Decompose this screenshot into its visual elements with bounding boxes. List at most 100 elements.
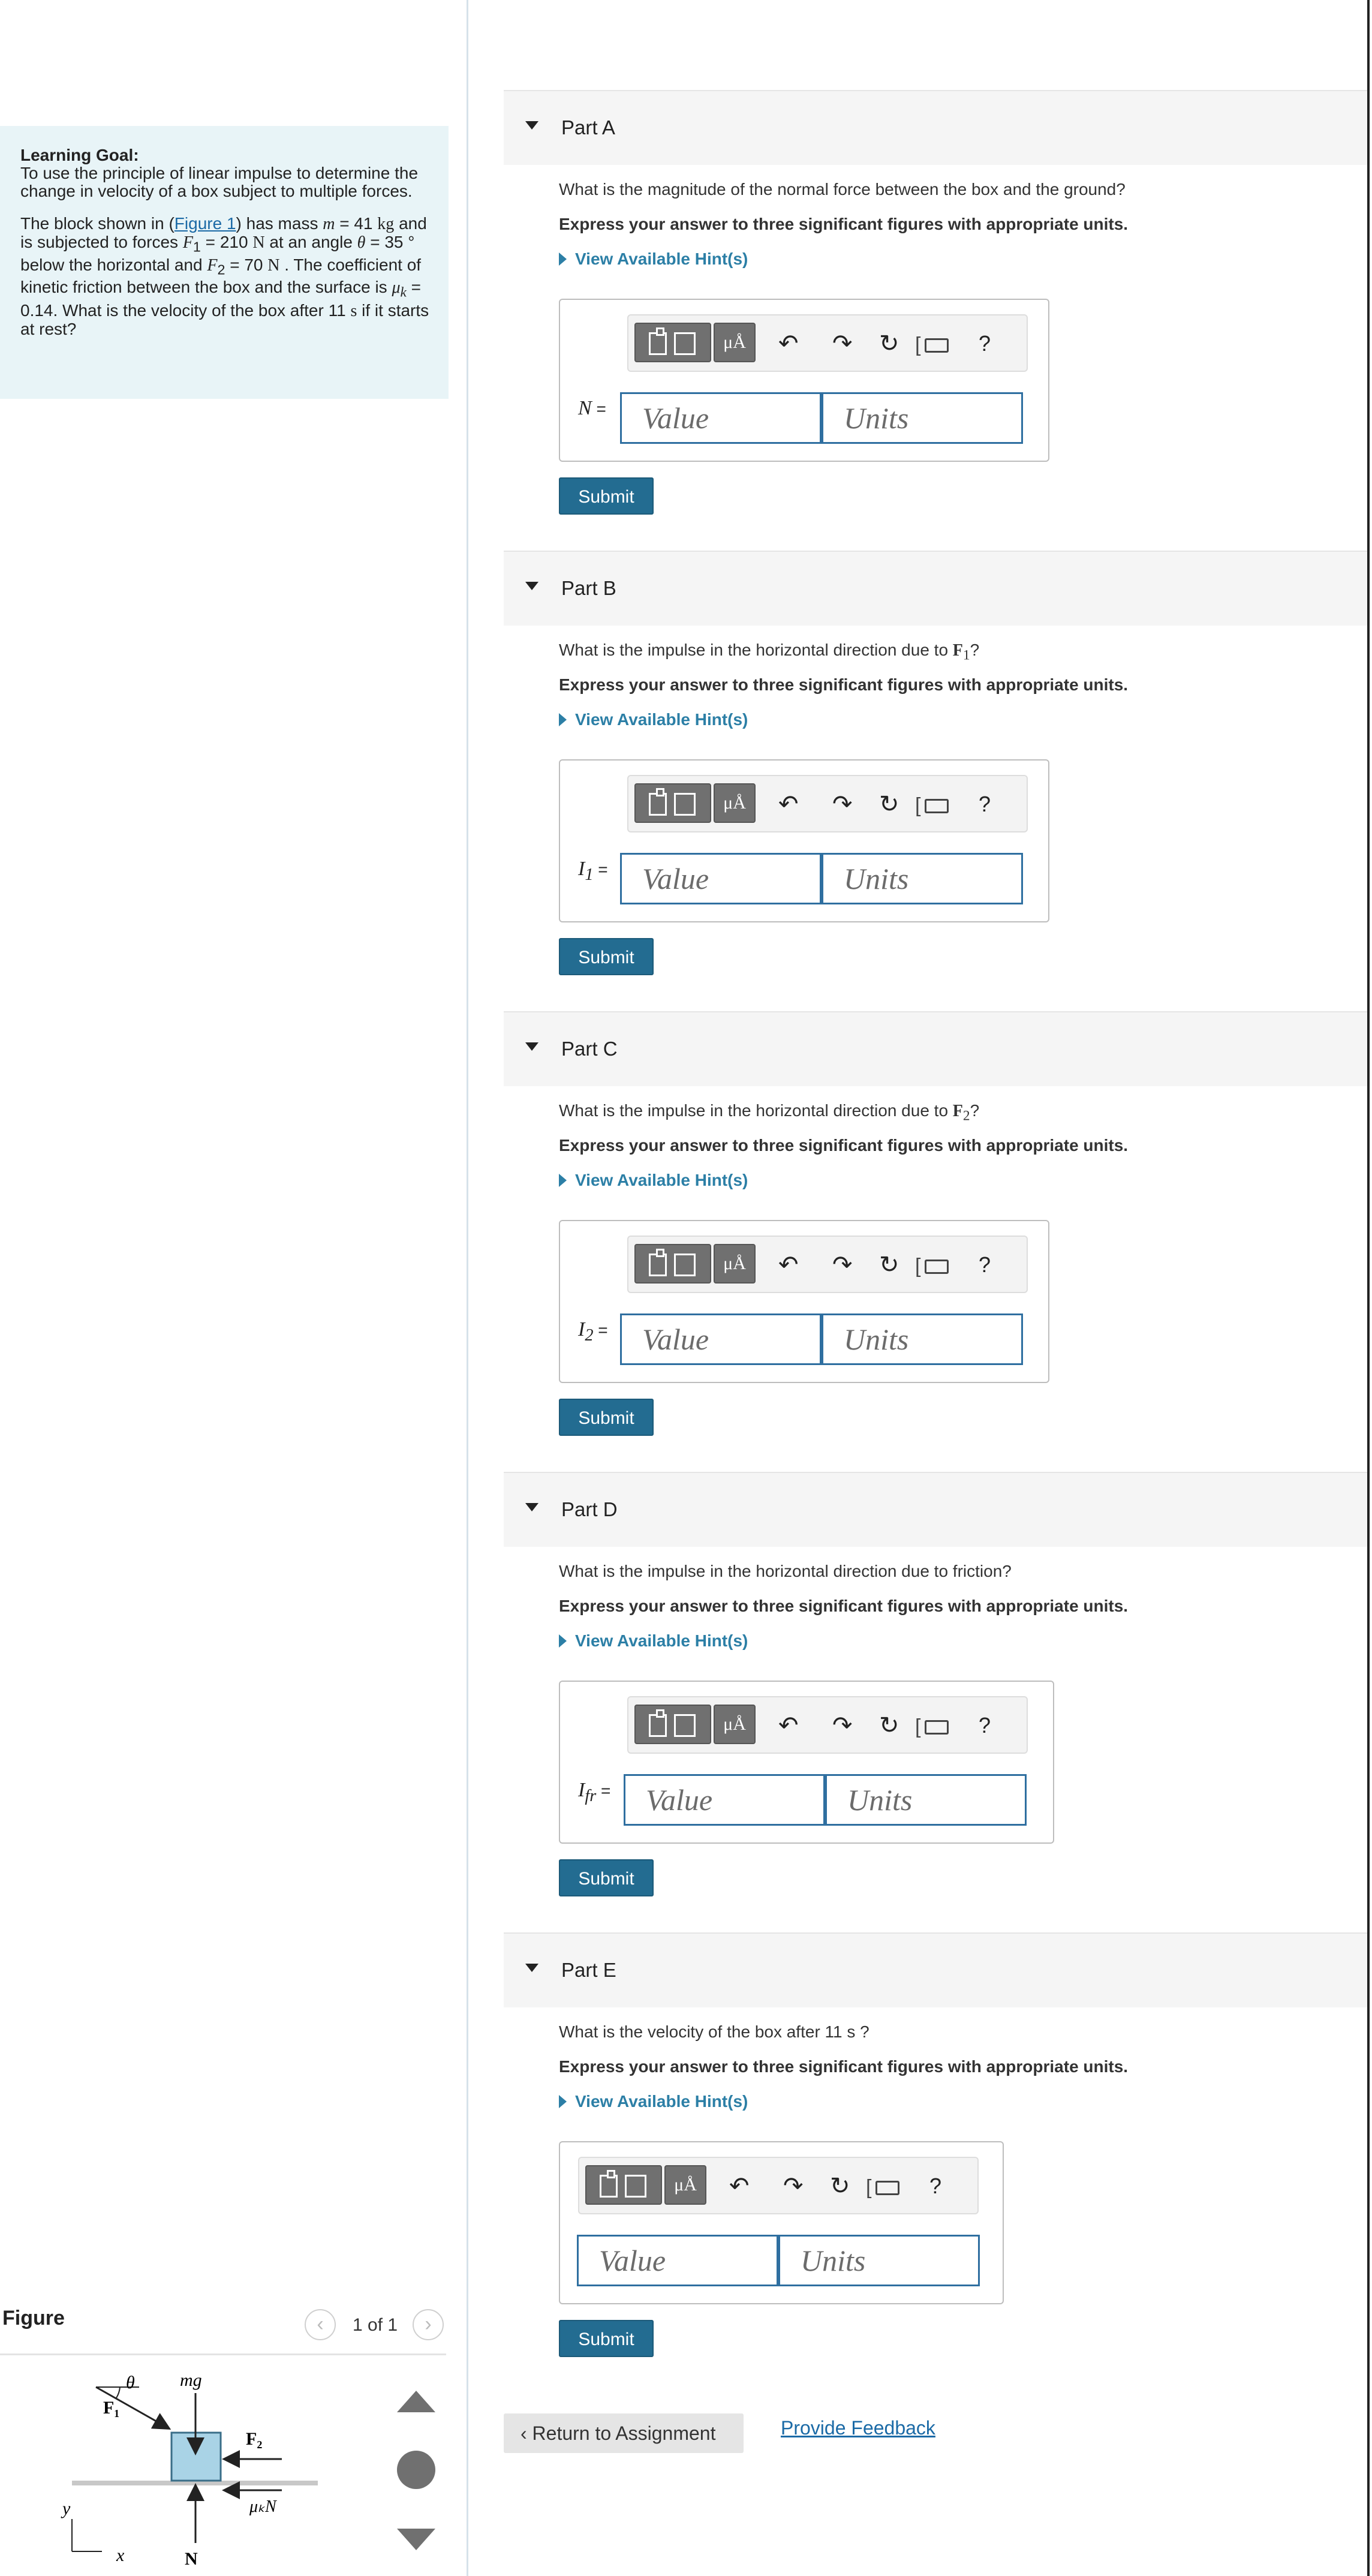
- help-icon[interactable]: ?: [929, 2170, 941, 2202]
- symbols-button[interactable]: μÅ: [664, 2165, 706, 2205]
- reset-icon[interactable]: ↻: [879, 327, 899, 360]
- template-icon: [656, 788, 664, 796]
- mu-symbol: μ: [392, 278, 401, 297]
- undo-icon[interactable]: ↶: [729, 2170, 750, 2202]
- value-input[interactable]: Value: [620, 392, 822, 444]
- symbols-button[interactable]: μÅ: [714, 1244, 756, 1284]
- reset-icon[interactable]: ↻: [879, 1249, 899, 1281]
- reset-icon[interactable]: ↻: [879, 788, 899, 820]
- reset-icon[interactable]: ↻: [879, 1709, 899, 1742]
- submit-button[interactable]: Submit: [559, 1399, 654, 1436]
- part-header-2[interactable]: Part C: [504, 1011, 1367, 1086]
- part-header-4[interactable]: Part E: [504, 1932, 1367, 2007]
- templates-button[interactable]: [634, 783, 711, 823]
- view-hints-link[interactable]: View Available Hint(s): [559, 2092, 748, 2111]
- time-unit: s: [350, 301, 357, 320]
- part-label: Part D: [561, 1498, 618, 1520]
- redo-icon[interactable]: ↷: [832, 1249, 853, 1281]
- templates-button[interactable]: [634, 1244, 711, 1284]
- undo-icon[interactable]: ↶: [778, 1709, 799, 1742]
- undo-icon[interactable]: ↶: [778, 327, 799, 360]
- part-question: What is the velocity of the box after 11…: [559, 2022, 869, 2042]
- value-input[interactable]: Value: [620, 853, 822, 904]
- symbols-button[interactable]: μÅ: [714, 783, 756, 823]
- scroll-down-icon[interactable]: [397, 2529, 435, 2550]
- symbols-button[interactable]: μÅ: [714, 1705, 756, 1744]
- caret-right-icon: [559, 253, 567, 266]
- help-icon[interactable]: ?: [979, 1709, 991, 1742]
- question-text: What is the impulse in the horizontal di…: [559, 1101, 953, 1120]
- hint-label: View Available Hint(s): [575, 250, 748, 268]
- keyboard-icon[interactable]: [925, 338, 949, 353]
- problem-statement: The block shown in (Figure 1) has mass m…: [20, 215, 431, 338]
- value-input[interactable]: Value: [624, 1774, 825, 1826]
- templates-button[interactable]: [634, 323, 711, 362]
- hint-label: View Available Hint(s): [575, 2092, 748, 2111]
- part-header-0[interactable]: Part A: [504, 90, 1367, 165]
- provide-feedback-link[interactable]: Provide Feedback: [781, 2417, 935, 2439]
- units-input[interactable]: Units: [825, 1774, 1027, 1826]
- keyboard-bracket-icon: [: [866, 2176, 872, 2199]
- redo-icon[interactable]: ↷: [832, 327, 853, 360]
- figure-prev-button[interactable]: ‹: [305, 2309, 336, 2340]
- undo-icon[interactable]: ↶: [778, 1249, 799, 1281]
- units-input[interactable]: Units: [822, 392, 1023, 444]
- figure-next-button[interactable]: ›: [413, 2309, 444, 2340]
- help-icon[interactable]: ?: [979, 788, 991, 820]
- caret-right-icon: [559, 713, 567, 726]
- redo-icon[interactable]: ↷: [832, 1709, 853, 1742]
- keyboard-icon[interactable]: [925, 799, 949, 813]
- submit-button[interactable]: Submit: [559, 2320, 654, 2357]
- templates-button[interactable]: [585, 2165, 662, 2205]
- value-input[interactable]: Value: [577, 2235, 778, 2286]
- equals-sign: =: [591, 399, 606, 418]
- figure-link[interactable]: Figure 1: [174, 214, 236, 233]
- view-hints-link[interactable]: View Available Hint(s): [559, 710, 748, 729]
- submit-button[interactable]: Submit: [559, 938, 654, 975]
- part-header-1[interactable]: Part B: [504, 551, 1367, 626]
- units-input[interactable]: Units: [778, 2235, 980, 2286]
- mg-label: mg: [180, 2370, 202, 2390]
- keyboard-bracket-icon: [: [915, 333, 921, 356]
- return-to-assignment-button[interactable]: ‹ Return to Assignment: [504, 2413, 744, 2453]
- hint-label: View Available Hint(s): [575, 1631, 748, 1650]
- equation-toolbar: μÅ ↶ ↷ ↻ [ ?: [627, 775, 1028, 832]
- help-icon[interactable]: ?: [979, 1249, 991, 1281]
- equation-toolbar: μÅ ↶ ↷ ↻ [ ?: [578, 2157, 979, 2214]
- units-input[interactable]: Units: [822, 853, 1023, 904]
- redo-icon[interactable]: ↷: [832, 788, 853, 820]
- part-header-3[interactable]: Part D: [504, 1472, 1367, 1547]
- view-hints-link[interactable]: View Available Hint(s): [559, 250, 748, 269]
- units-input[interactable]: Units: [822, 1313, 1023, 1365]
- help-icon[interactable]: ?: [979, 327, 991, 360]
- view-hints-link[interactable]: View Available Hint(s): [559, 1631, 748, 1651]
- value-input[interactable]: Value: [620, 1313, 822, 1365]
- part-question: What is the impulse in the horizontal di…: [559, 641, 979, 664]
- keyboard-icon[interactable]: [925, 1260, 949, 1274]
- caret-right-icon: [559, 2095, 567, 2108]
- reset-icon[interactable]: ↻: [830, 2170, 850, 2202]
- figure-title: Figure: [2, 2307, 65, 2329]
- undo-icon[interactable]: ↶: [778, 788, 799, 820]
- view-hints-link[interactable]: View Available Hint(s): [559, 1171, 748, 1190]
- learning-goal-description: To use the principle of linear impulse t…: [20, 164, 419, 200]
- page-right-border: [1367, 0, 1370, 2576]
- answer-box: μÅ ↶ ↷ ↻ [ ? Ifr = Value Units: [559, 1681, 1054, 1844]
- template-icon: [656, 327, 664, 336]
- variable-subscript: 2: [585, 1325, 594, 1345]
- scroll-handle-icon[interactable]: [397, 2451, 435, 2489]
- symbols-button[interactable]: μÅ: [714, 323, 756, 362]
- scroll-up-icon[interactable]: [397, 2391, 435, 2412]
- keyboard-icon[interactable]: [925, 1720, 949, 1735]
- chevron-left-icon: ‹: [520, 2422, 532, 2444]
- submit-button[interactable]: Submit: [559, 1859, 654, 1896]
- variable-label: I1 =: [578, 858, 608, 885]
- equation-toolbar: μÅ ↶ ↷ ↻ [ ?: [627, 1236, 1028, 1293]
- template-icon: [625, 2175, 646, 2198]
- redo-icon[interactable]: ↷: [783, 2170, 804, 2202]
- keyboard-icon[interactable]: [875, 2181, 899, 2195]
- templates-button[interactable]: [634, 1705, 711, 1744]
- submit-button[interactable]: Submit: [559, 477, 654, 515]
- mass-value: = 41: [335, 214, 378, 233]
- collapse-triangle-icon: [525, 121, 538, 130]
